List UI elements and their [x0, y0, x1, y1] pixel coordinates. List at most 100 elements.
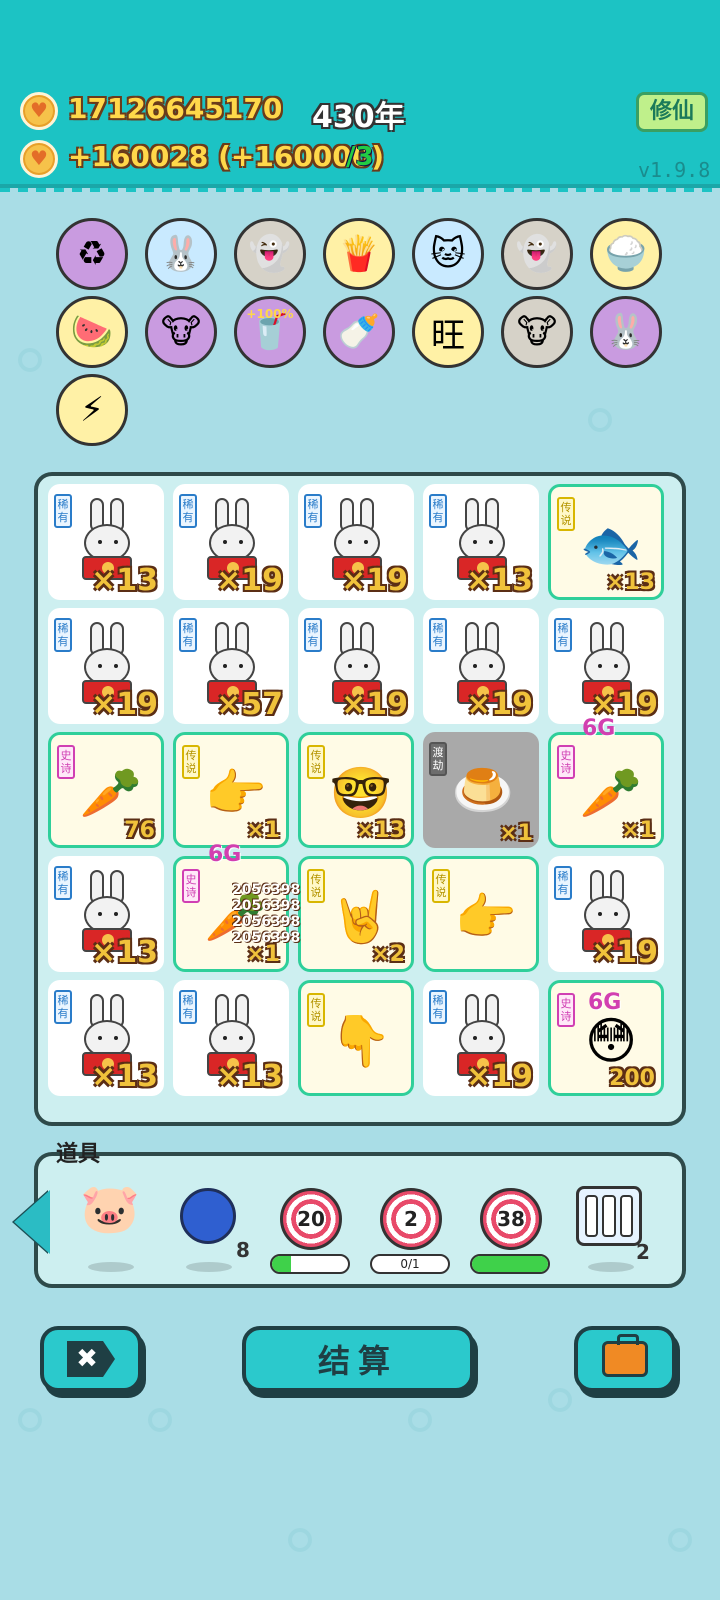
rarity-tag: 稀有 — [554, 866, 572, 900]
piggy-bank-tool[interactable]: 🐷 — [74, 1180, 146, 1240]
board-cell[interactable]: 稀有 ×57 — [173, 608, 289, 724]
item-count: ×19 — [591, 935, 658, 970]
board-cell[interactable]: 传说 👉 ×1 — [173, 732, 289, 848]
rarity-tag: 稀有 — [429, 990, 447, 1024]
settle-label: 结算 — [317, 1342, 398, 1380]
item-count: ×13 — [91, 935, 158, 970]
briefcase-icon — [602, 1334, 648, 1377]
board-cell[interactable]: 稀有 ×13 — [173, 980, 289, 1096]
board-cell[interactable]: 传说 👇 — [298, 980, 414, 1096]
shelf-tool[interactable] — [576, 1186, 642, 1246]
fries-icon: 🍟 — [337, 234, 381, 274]
tier-label: 6G — [208, 842, 242, 867]
buff-bonus-text: +100% — [246, 307, 294, 321]
item-count: ×13 — [216, 1059, 283, 1094]
rice-bowl-icon: 🍚 — [604, 234, 648, 274]
target-tool-2[interactable]: 2 — [380, 1188, 442, 1250]
buff-slot[interactable]: 🐰 — [145, 218, 217, 290]
board-cell[interactable]: 稀有 ×19 — [298, 608, 414, 724]
item-count: ×2 — [371, 942, 405, 967]
buff-slot[interactable]: 👻 — [234, 218, 306, 290]
buff-slot[interactable]: 🍚 — [590, 218, 662, 290]
board-cell[interactable]: 传说 🤓 ×13 — [298, 732, 414, 848]
item-count: ×1 — [621, 818, 655, 843]
coin-total: 17126645170 — [68, 92, 283, 125]
item-count: ×19 — [91, 687, 158, 722]
board-cell[interactable]: 史诗 🥕 76 — [48, 732, 164, 848]
bunny-icon: 🐰 — [604, 312, 648, 352]
settle-button[interactable]: 结算 — [242, 1326, 474, 1392]
board-cell[interactable]: 传说 🤘 ×2 — [298, 856, 414, 972]
item-icon: 🍮 — [451, 760, 515, 819]
board-cell[interactable]: 稀有 ×19 — [548, 608, 664, 724]
bunny-icon: 🐰 — [159, 234, 203, 274]
rarity-tag: 稀有 — [179, 494, 197, 528]
board-cell[interactable]: 稀有 ×13 — [423, 484, 539, 600]
board-cell[interactable]: 稀有 ×13 — [48, 484, 164, 600]
buff-slot[interactable]: 🐮 — [501, 296, 573, 368]
buff-slot[interactable]: 旺 — [412, 296, 484, 368]
damage-popup: 2056398 — [232, 914, 301, 930]
damage-popup: 2056398 — [232, 882, 301, 898]
board-cell[interactable]: 稀有 ×19 — [423, 608, 539, 724]
board-cell[interactable]: 稀有 ×19 — [548, 856, 664, 972]
board-cell[interactable]: 稀有 ×13 — [48, 980, 164, 1096]
tool-shadow — [186, 1262, 232, 1272]
buff-slot[interactable]: 🍼 — [323, 296, 395, 368]
buff-slot[interactable]: 👻 — [501, 218, 573, 290]
board-cell[interactable]: 传说 🐟 ×13 — [548, 484, 664, 600]
blueberry-tool[interactable] — [180, 1188, 236, 1244]
board-cell[interactable]: 史诗 🥕 ×1 — [548, 732, 664, 848]
inventory-button[interactable] — [574, 1326, 676, 1392]
ghost-icon: 👻 — [248, 234, 292, 274]
income-suffix: /3 — [346, 142, 374, 172]
cultivation-button[interactable]: 修仙 — [636, 92, 708, 132]
board-cell[interactable]: 稀有 ×19 — [173, 484, 289, 600]
fruit-bowl-icon: 🍉 — [70, 312, 114, 352]
version-label: v1.9.8 — [638, 158, 711, 182]
buff-slot[interactable]: 🐮 — [145, 296, 217, 368]
item-count: ×13 — [466, 563, 533, 598]
board-cell[interactable]: 稀有 ×19 — [48, 608, 164, 724]
buff-slot[interactable]: 🐱 — [412, 218, 484, 290]
shelf-slot — [602, 1195, 616, 1237]
buff-slot[interactable]: 🍉 — [56, 296, 128, 368]
buff-slot[interactable]: ♻ — [56, 218, 128, 290]
item-count: ×13 — [91, 563, 158, 598]
rarity-tag: 稀有 — [54, 494, 72, 528]
buff-slot[interactable]: 🐰 — [590, 296, 662, 368]
item-count: ×19 — [341, 563, 408, 598]
board-cell[interactable]: 稀有 ×13 — [48, 856, 164, 972]
rarity-tag: 稀有 — [429, 618, 447, 652]
item-count: ×1 — [499, 821, 533, 846]
item-icon: 👉 — [454, 887, 518, 946]
rarity-tag: 稀有 — [429, 494, 447, 528]
coin-icon — [20, 140, 58, 178]
buff-slot[interactable]: ⚡ — [56, 374, 128, 446]
shelf-slot — [585, 1195, 599, 1237]
rarity-tag: 稀有 — [179, 990, 197, 1024]
target-tool-1[interactable]: 20 — [280, 1188, 342, 1250]
target-tool-3[interactable]: 38 — [480, 1188, 542, 1250]
tool-shadow — [588, 1262, 634, 1272]
board-cell[interactable]: 稀有 ×19 — [423, 980, 539, 1096]
coin-icon — [20, 92, 58, 130]
close-button[interactable]: ✖ — [40, 1326, 142, 1392]
item-icon: 👇 — [329, 1011, 393, 1070]
ghost-wink-icon: 👻 — [515, 234, 559, 274]
item-count: 200 — [609, 1066, 655, 1091]
target-1-progress — [270, 1254, 350, 1274]
rarity-tag: 稀有 — [304, 494, 322, 528]
bottle-icon: 🍼 — [337, 312, 381, 352]
buff-slot[interactable]: 🥤 +100% — [234, 296, 306, 368]
tools-prev-arrow[interactable] — [14, 1190, 50, 1254]
board-cell[interactable]: 渡劫 🍮 ×1 — [423, 732, 539, 848]
board-cell[interactable]: 传说 👉 — [423, 856, 539, 972]
rarity-tag: 稀有 — [554, 618, 572, 652]
tool-shadow — [88, 1262, 134, 1272]
item-count: ×19 — [466, 687, 533, 722]
board-cell[interactable]: 稀有 ×19 — [298, 484, 414, 600]
cow-pair-icon: 🐮 — [160, 312, 202, 352]
cat-icon: 🐱 — [430, 234, 466, 274]
buff-slot[interactable]: 🍟 — [323, 218, 395, 290]
